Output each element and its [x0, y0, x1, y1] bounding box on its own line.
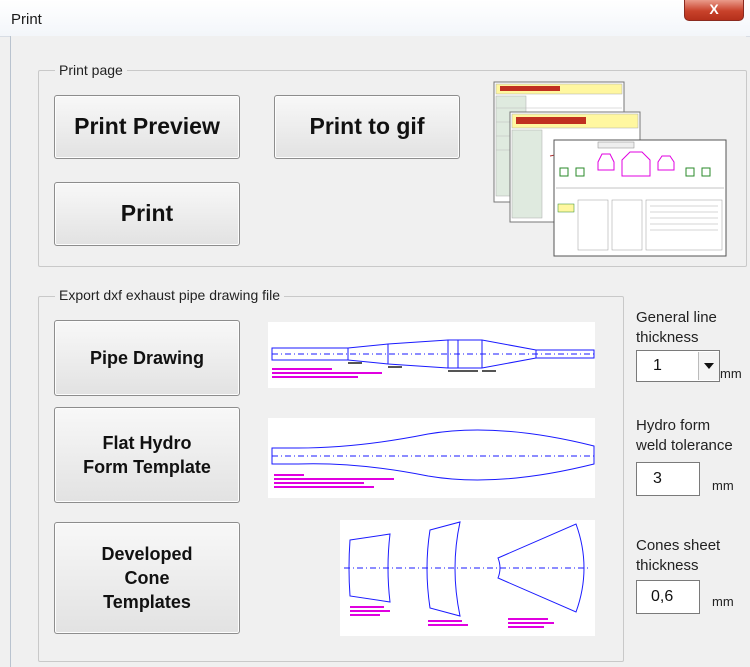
cones-thickness-label-line2: thickness [636, 556, 699, 574]
chevron-down-icon [704, 363, 714, 369]
line-thickness-label: General line thickness [636, 308, 717, 347]
pipe-drawing-preview [268, 322, 595, 388]
title-bar: Print [0, 0, 750, 37]
close-icon: X [709, 1, 719, 17]
cones-thickness-unit: mm [712, 594, 734, 609]
weld-tolerance-unit: mm [712, 478, 734, 493]
weld-tolerance-label-line1: Hydro form [636, 417, 711, 434]
line-thickness-label-line2: thickness [636, 328, 699, 346]
flat-hydro-preview [268, 418, 595, 498]
print-to-gif-button[interactable]: Print to gif [274, 95, 460, 159]
pipe-drawing-label: Pipe Drawing [89, 347, 205, 368]
print-preview-button[interactable]: Print Preview [54, 95, 240, 159]
print-preview-label: Print Preview [74, 113, 220, 140]
weld-tolerance-input[interactable]: 3 [636, 462, 700, 496]
flat-hydro-label-line2: Form Template [83, 457, 211, 477]
export-dxf-legend: Export dxf exhaust pipe drawing file [55, 287, 285, 303]
cones-thickness-label-line1: Cones sheet [636, 537, 721, 554]
line-thickness-label-line1: General line [636, 309, 717, 326]
line-thickness-value: 1 [653, 357, 662, 374]
cones-thickness-label: Cones sheet thickness [636, 536, 720, 575]
print-preview-thumbnail [493, 81, 727, 257]
flat-hydro-form-template-button[interactable]: Flat Hydro Form Template [54, 407, 240, 503]
weld-tolerance-value: 3 [653, 470, 662, 487]
cones-thickness-input[interactable]: 0,6 [636, 580, 700, 614]
weld-tolerance-label: Hydro form weld tolerance [636, 416, 733, 455]
print-to-gif-label: Print to gif [309, 113, 425, 140]
preview-page-front [553, 139, 727, 257]
developed-cone-label-line1: Developed [101, 543, 193, 564]
developed-cone-label-line2: Cone [124, 567, 170, 588]
developed-cone-templates-button[interactable]: Developed Cone Templates [54, 522, 240, 634]
developed-cone-label-line3: Templates [103, 592, 191, 613]
cones-thickness-value: 0,6 [651, 588, 674, 605]
cone-templates-preview [340, 520, 595, 636]
weld-tolerance-label-line2: weld tolerance [636, 436, 733, 454]
window-title: Print [11, 11, 42, 28]
line-thickness-select[interactable]: 1 [636, 350, 720, 382]
print-page-legend: Print page [55, 62, 127, 78]
flat-hydro-label-line1: Flat Hydro [102, 432, 192, 453]
close-button[interactable]: X [684, 0, 744, 21]
print-label: Print [120, 200, 174, 227]
line-thickness-unit: mm [720, 366, 742, 381]
line-thickness-dropdown-button[interactable] [698, 352, 719, 380]
pipe-drawing-button[interactable]: Pipe Drawing [54, 320, 240, 396]
print-button[interactable]: Print [54, 182, 240, 246]
